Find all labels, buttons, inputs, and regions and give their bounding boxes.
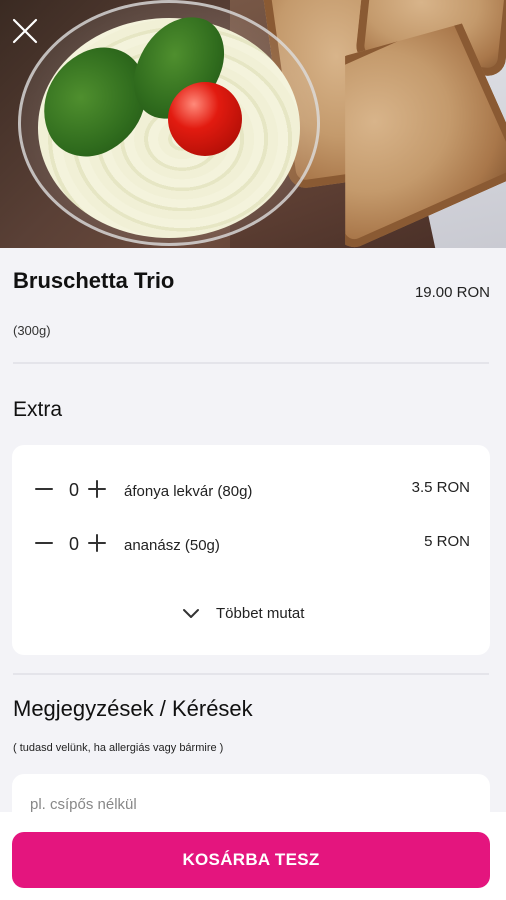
notes-title: Megjegyzések / Kérések [13, 696, 253, 721]
extra-item: 0 áfonya lekvár (80g) 3.5 RON [12, 475, 490, 505]
minus-icon [35, 542, 53, 544]
chevron-down-icon [183, 609, 199, 618]
divider [13, 362, 489, 364]
add-to-cart-button[interactable]: KOSÁRBA TESZ [12, 832, 490, 888]
extra-item-price: 5 RON [424, 533, 470, 550]
cherry-tomato [168, 82, 242, 156]
product-details: Bruschetta Trio 19.00 RON (300g) Extra 0… [0, 248, 506, 900]
extras-title: Extra [13, 398, 63, 421]
minus-icon [35, 488, 53, 490]
decrease-quantity-button[interactable] [32, 477, 56, 501]
bottom-bar: KOSÁRBA TESZ [0, 812, 506, 900]
extras-card: 0 áfonya lekvár (80g) 3.5 RON 0 ananász … [12, 445, 490, 655]
product-weight: (300g) [13, 323, 51, 338]
increase-quantity-button[interactable] [85, 531, 109, 555]
quantity-value: 0 [68, 480, 79, 500]
plus-icon [88, 534, 106, 552]
product-name: Bruschetta Trio [13, 268, 175, 293]
quantity-value: 0 [68, 534, 79, 554]
close-icon [12, 18, 38, 44]
product-price: 19.00 RON [414, 284, 490, 301]
product-image [0, 0, 506, 248]
extra-item-name: áfonya lekvár (80g) [124, 483, 253, 500]
extra-item-price: 3.5 RON [411, 479, 470, 496]
extra-item-name: ananász (50g) [124, 537, 220, 554]
divider [13, 673, 489, 675]
plus-icon [88, 480, 106, 498]
show-more-button[interactable]: Többet mutat [180, 601, 304, 625]
notes-hint: ( tudasd velünk, ha allergiás vagy bármi… [13, 742, 224, 754]
show-more-label: Többet mutat [216, 604, 305, 622]
extra-item: 0 ananász (50g) 5 RON [12, 529, 490, 559]
increase-quantity-button[interactable] [85, 477, 109, 501]
close-button[interactable] [8, 14, 42, 48]
decrease-quantity-button[interactable] [32, 531, 56, 555]
